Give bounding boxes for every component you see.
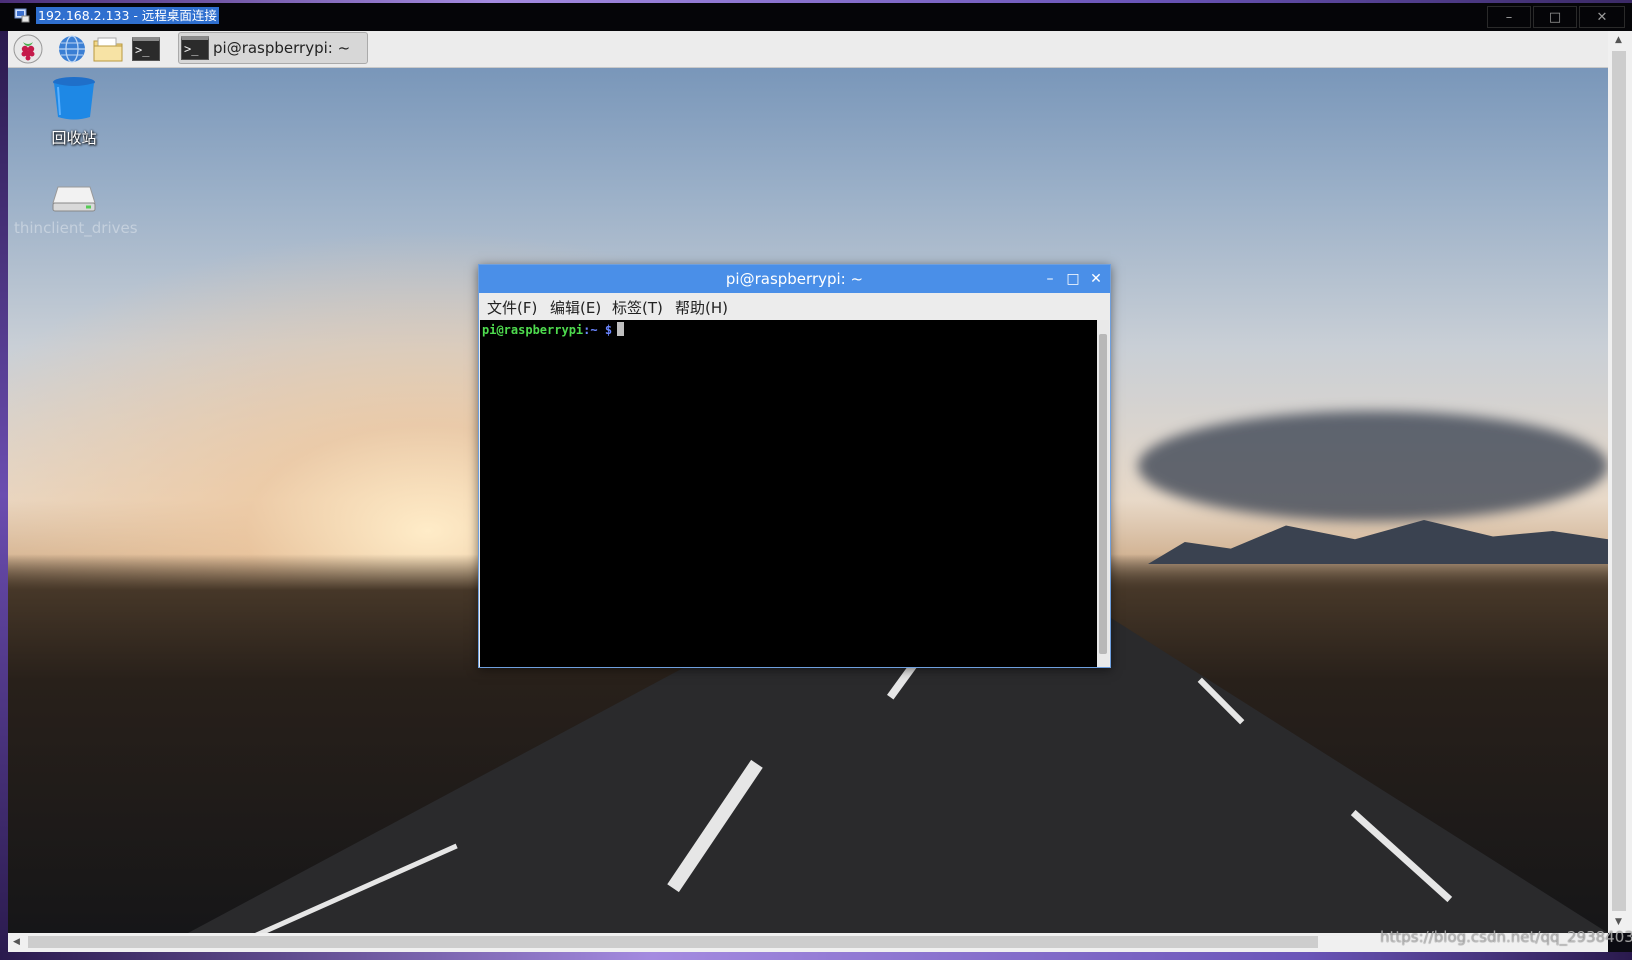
terminal-title: pi@raspberrypi: ~	[725, 270, 864, 288]
raspberry-menu-button[interactable]	[12, 34, 44, 64]
rdp-minimize-button[interactable]: –	[1487, 6, 1531, 28]
maximize-button[interactable]: □	[1064, 270, 1082, 288]
remote-desktop[interactable]: >_ >_ pi@raspberrypi: ~ 回收站 thinclient_d…	[8, 31, 1608, 933]
terminal-output[interactable]: pi@raspberrypi:~ $	[480, 320, 1097, 667]
taskbar-terminal-task[interactable]: >_ pi@raspberrypi: ~	[178, 32, 368, 64]
terminal-titlebar[interactable]: pi@raspberrypi: ~ – □ ✕	[479, 265, 1110, 293]
scroll-down-icon[interactable]: ▼	[1615, 917, 1622, 927]
vertical-scroll-thumb[interactable]	[1612, 51, 1626, 911]
horizontal-scroll-thumb[interactable]	[28, 936, 1318, 948]
desktop-icon-trash[interactable]: 回收站	[14, 75, 134, 148]
prompt-path: :~ $	[583, 323, 613, 337]
menu-edit[interactable]: 编辑(E)	[550, 297, 601, 318]
shell-prompt: pi@raspberrypi:~ $	[482, 322, 625, 337]
scroll-up-icon[interactable]: ▲	[1615, 35, 1622, 45]
web-browser-icon	[59, 35, 85, 63]
terminal-icon: >_	[181, 36, 209, 60]
terminal-scroll-thumb[interactable]	[1099, 334, 1107, 654]
menu-file[interactable]: 文件(F)	[487, 297, 537, 318]
file-manager-icon	[93, 37, 123, 62]
menu-tabs[interactable]: 标签(T)	[612, 297, 663, 318]
vertical-scrollbar[interactable]: ▲ ▼	[1608, 31, 1632, 933]
close-button[interactable]: ✕	[1087, 270, 1105, 288]
window-frame-left	[0, 31, 8, 960]
horizontal-scrollbar[interactable]: ◀	[8, 933, 1608, 952]
desktop-icon-label: 回收站	[51, 129, 97, 147]
terminal-launcher-button[interactable]: >_	[130, 34, 162, 64]
desktop-icon-drive[interactable]: thinclient_drives	[14, 183, 138, 237]
web-browser-button[interactable]	[56, 34, 88, 64]
scroll-left-icon[interactable]: ◀	[13, 937, 20, 947]
terminal-icon: >_	[132, 37, 160, 61]
task-label: pi@raspberrypi: ~	[213, 39, 351, 57]
rdp-titlebar: 192.168.2.133 - 远程桌面连接 – □ ✕	[0, 0, 1632, 31]
terminal-scrollbar[interactable]	[1097, 320, 1109, 667]
rdp-maximize-button[interactable]: □	[1533, 6, 1577, 28]
minimize-button[interactable]: –	[1041, 270, 1059, 288]
terminal-menubar: 文件(F) 编辑(E) 标签(T) 帮助(H)	[479, 293, 1110, 319]
raspberry-menu-icon	[13, 34, 43, 64]
trash-icon	[53, 77, 95, 120]
prompt-user: pi@raspberrypi	[482, 323, 584, 337]
watermark: https://blog.csdn.net/qq_29384031	[1380, 928, 1632, 946]
window-frame-bottom	[0, 952, 1632, 960]
menu-help[interactable]: 帮助(H)	[675, 297, 728, 318]
desktop-icon-label: thinclient_drives	[14, 219, 138, 237]
lxpanel-taskbar: >_ >_ pi@raspberrypi: ~	[8, 31, 1608, 68]
remote-desktop-icon	[14, 8, 30, 23]
wallpaper-cloud	[1138, 411, 1608, 521]
file-manager-button[interactable]	[92, 34, 124, 64]
text-cursor	[617, 322, 625, 336]
rdp-close-button[interactable]: ✕	[1579, 6, 1625, 28]
drive-icon	[52, 186, 96, 212]
rdp-window-title: 192.168.2.133 - 远程桌面连接	[36, 7, 219, 24]
terminal-window[interactable]: pi@raspberrypi: ~ – □ ✕ 文件(F) 编辑(E) 标签(T…	[478, 264, 1111, 668]
